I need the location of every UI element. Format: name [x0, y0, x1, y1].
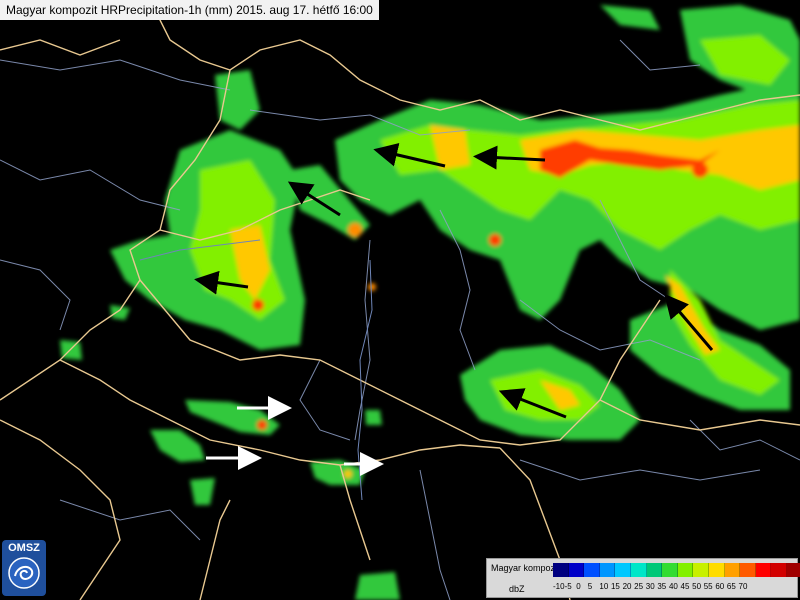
- radar-map-canvas: [0, 0, 800, 600]
- legend-swatch: [553, 563, 569, 577]
- legend-swatch: [630, 563, 647, 577]
- echo-s1-cell: [257, 420, 267, 430]
- legend-swatch: [693, 563, 709, 577]
- echo-north-cell-b: [692, 162, 708, 178]
- echo-nw-cell: [348, 223, 362, 237]
- legend-unit: dbZ: [509, 584, 525, 594]
- legend-swatch: [740, 563, 756, 577]
- logo-text: OMSZ: [8, 542, 40, 554]
- echo-dalmatia: [110, 305, 130, 320]
- legend-swatch: [786, 563, 800, 577]
- legend-swatch: [677, 563, 694, 577]
- echo-s2: [150, 430, 205, 462]
- legend-swatches: [553, 563, 800, 577]
- legend-ticks: -10 -5 0 5 10 15 20 25 30 35 40 45 50 55 60 65 70: [553, 582, 750, 594]
- legend-swatch: [724, 563, 741, 577]
- echo-ne-top-small: [600, 5, 660, 30]
- legend-swatch: [568, 563, 585, 577]
- legend-swatch: [646, 563, 663, 577]
- echo-small-mid-cell: [368, 283, 376, 291]
- radar-map: Magyar kompozit HRPrecipitation-1h (mm) …: [0, 0, 800, 600]
- legend-swatch: [615, 563, 631, 577]
- echo-s3-cell: [344, 470, 352, 478]
- omsz-logo: OMSZ: [2, 540, 46, 596]
- echo-small-mid: [365, 410, 382, 425]
- legend-swatch: [771, 563, 787, 577]
- legend-title: Magyar kompozit: [491, 563, 560, 573]
- map-title: Magyar kompozit HRPrecipitation-1h (mm) …: [0, 0, 379, 20]
- echo-s4: [190, 478, 215, 505]
- echo-sw-bottom: [355, 572, 400, 600]
- echo-s1: [185, 400, 280, 435]
- legend-swatch: [708, 563, 725, 577]
- echo-nw-top: [215, 70, 260, 130]
- legend-swatch: [755, 563, 772, 577]
- echo-north-cell-a: [489, 234, 501, 246]
- color-legend: Magyar kompozit dbZ -10 -5 0 5 10 15 20 25 30 35 4…: [486, 558, 800, 598]
- legend-swatch: [599, 563, 616, 577]
- swirl-icon: [8, 557, 40, 589]
- legend-tick-label: 70: [738, 582, 748, 591]
- echo-west-cell: [252, 299, 264, 311]
- legend-swatch: [662, 563, 678, 577]
- legend-swatch: [584, 563, 600, 577]
